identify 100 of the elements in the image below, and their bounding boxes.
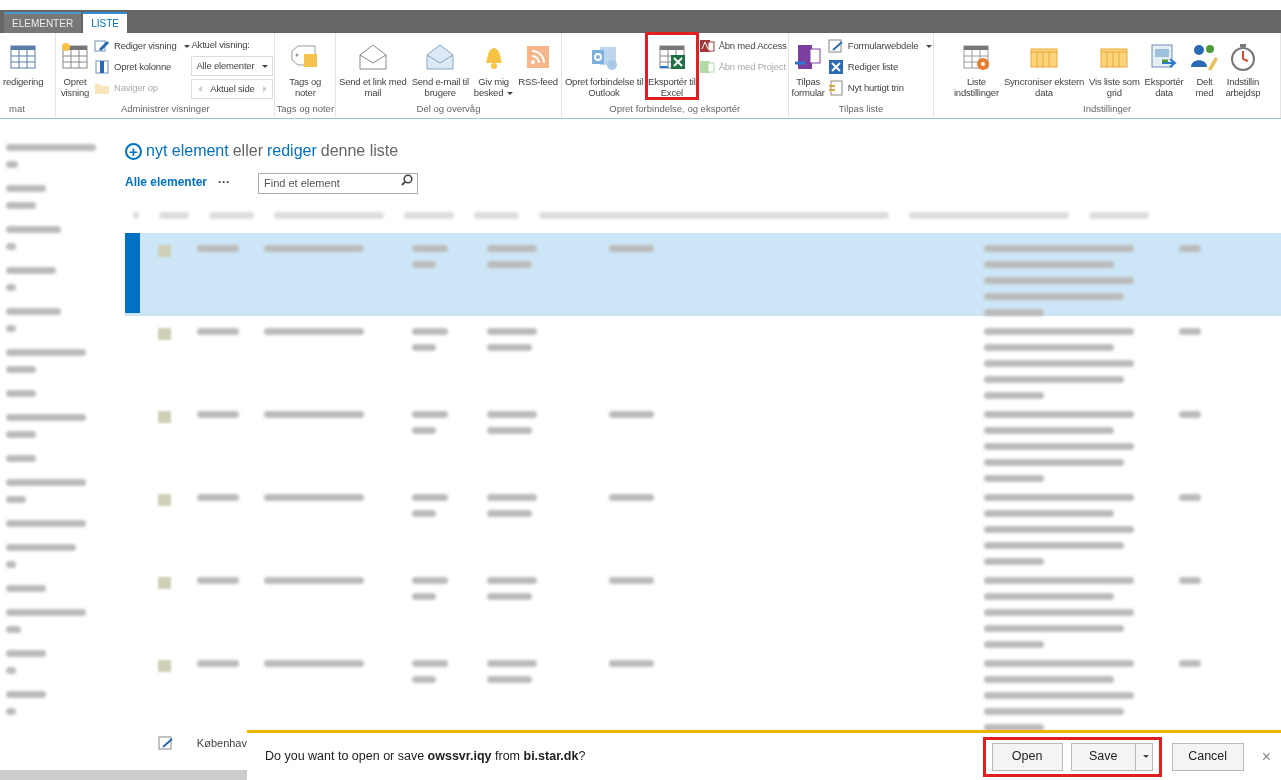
blurred-text: [487, 494, 537, 501]
blurred-text: [6, 626, 21, 633]
ribbon-menu-item[interactable]: Nyt hurtigt trin: [827, 79, 933, 97]
add-icon[interactable]: +: [125, 142, 142, 160]
ribbon-button[interactable]: Send e-mail til brugere: [409, 33, 471, 99]
ribbon-button[interactable]: Eksportér til Excel: [646, 33, 698, 99]
blurred-text: [1179, 660, 1201, 667]
blurred-text: [412, 577, 448, 584]
dialog-button[interactable]: Save: [1070, 742, 1136, 771]
ribbon-menu-item[interactable]: Opret kolonne: [94, 58, 191, 76]
blurred-text: [609, 494, 654, 501]
caret-icon: [184, 44, 191, 48]
blurred-icon: [158, 494, 171, 506]
ribbon-button[interactable]: Giv mig besked: [471, 33, 516, 99]
blurred-text: [412, 676, 436, 683]
blurred-text: [487, 411, 537, 418]
blurred-text: [609, 577, 654, 584]
blurred-text: [487, 427, 532, 434]
ribbon-menu-item[interactable]: Rediger visning: [94, 37, 191, 55]
blurred-text: [6, 185, 46, 192]
ribbon-button[interactable]: Opret visning: [57, 33, 93, 99]
access-icon: [698, 38, 715, 54]
blurred-text: [487, 261, 532, 268]
group-label: Opret forbindelse, og eksportér: [609, 102, 741, 116]
label-text: eller: [232, 141, 263, 161]
new-item-link[interactable]: nyt element: [146, 139, 229, 163]
blurred-text: [197, 577, 239, 584]
view-link[interactable]: Alle elementer: [125, 173, 218, 191]
download-message: Do you want to open or save owssvr.iqy from bi.star.dk?: [265, 748, 587, 766]
ribbon-button[interactable]: RSS-feed: [516, 33, 560, 99]
ribbon-tab[interactable]: ELEMENTER: [4, 12, 82, 33]
group-label: Indstillinger: [1083, 102, 1132, 116]
blurred-text: [487, 344, 532, 351]
edit-list-link[interactable]: rediger: [266, 139, 317, 163]
group-label: mat: [8, 102, 26, 116]
dialog-button[interactable]: Open: [991, 742, 1063, 771]
dialog-button[interactable]: Cancel: [1171, 742, 1244, 771]
blurred-text: [412, 494, 448, 501]
blurred-text: [1089, 211, 1149, 219]
blurred-text: [412, 427, 436, 434]
view-select[interactable]: Alle elementer: [191, 56, 274, 76]
next-icon: [262, 86, 267, 92]
group-label: Tilpas liste: [838, 102, 884, 116]
blurred-text: [984, 392, 1044, 399]
caret-icon: [262, 64, 269, 68]
page-navigator[interactable]: Aktuel side: [191, 79, 274, 99]
blurred-text: [609, 411, 654, 418]
ribbon-tab[interactable]: LISTE: [83, 12, 127, 33]
blurred-text: [984, 641, 1044, 648]
form-edit-icon: [157, 735, 174, 751]
search-field[interactable]: Find et element: [258, 172, 418, 194]
ribbon-button[interactable]: Liste indstillinger: [951, 33, 1001, 99]
blurred-text: [197, 494, 239, 501]
blurred-text: [6, 267, 56, 274]
blurred-text: [6, 691, 46, 698]
project-icon: [698, 59, 715, 75]
blurred-text: [6, 561, 16, 568]
ribbon-button[interactable]: Tilpas formular: [789, 33, 827, 99]
ribbon-button[interactable]: Opret forbindelse til Outlook: [562, 33, 646, 99]
table-cell-text: Københav: [196, 736, 247, 751]
pencil-icon: [94, 38, 110, 54]
ribbon-menu-item[interactable]: Formularwebdele: [827, 37, 933, 55]
more-button[interactable]: ···: [218, 173, 258, 191]
blurred-text: [159, 211, 189, 219]
blurred-text: [404, 211, 454, 219]
ribbon-button[interactable]: Send et link med mail: [337, 33, 409, 99]
blurred-text: [6, 308, 61, 315]
ribbon-button[interactable]: Tags og noter: [287, 33, 324, 99]
blurred-text: [1179, 245, 1201, 252]
blurred-text: [412, 510, 436, 517]
blurred-text: [487, 328, 537, 335]
blurred-text: [487, 593, 532, 600]
blurred-text: [487, 676, 532, 683]
ribbon-button[interactable]: Delt med: [1186, 33, 1223, 99]
blurred-text: [6, 667, 16, 674]
ribbon-button[interactable]: Eksportér data: [1142, 33, 1186, 99]
ribbon-button[interactable]: Syncroniser ekstern data: [1001, 33, 1087, 99]
blurred-text: [197, 328, 239, 335]
blurred-text: [133, 211, 139, 219]
ribbon-button[interactable]: Vis liste som grid: [1087, 33, 1142, 99]
blurred-icon: [158, 245, 171, 257]
ribbon-menu-item[interactable]: Rediger liste: [827, 58, 933, 76]
blurred-text: [6, 544, 76, 551]
blurred-text: [197, 411, 239, 418]
search-icon[interactable]: [401, 174, 413, 186]
list-row[interactable]: [125, 233, 1281, 316]
blurred-text: [6, 325, 16, 332]
ribbon-button[interactable]: Indstillin arbejdsp: [1223, 33, 1263, 99]
ribbon-button[interactable]: redigering: [1, 33, 46, 99]
group-label: Tags og noter: [276, 102, 335, 116]
caret-icon: [1142, 755, 1149, 758]
close-button[interactable]: ×: [1261, 744, 1271, 769]
blurred-text: [609, 245, 654, 252]
blurred-icon: [158, 577, 171, 589]
blurred-text: [412, 344, 436, 351]
blurred-text: [6, 390, 36, 397]
field-label: Aktuel visning:: [191, 38, 251, 52]
blurred-text: [984, 309, 1044, 316]
list-row[interactable]: Københav: [125, 731, 247, 780]
ribbon-menu-item[interactable]: Åbn med Access: [698, 37, 787, 55]
